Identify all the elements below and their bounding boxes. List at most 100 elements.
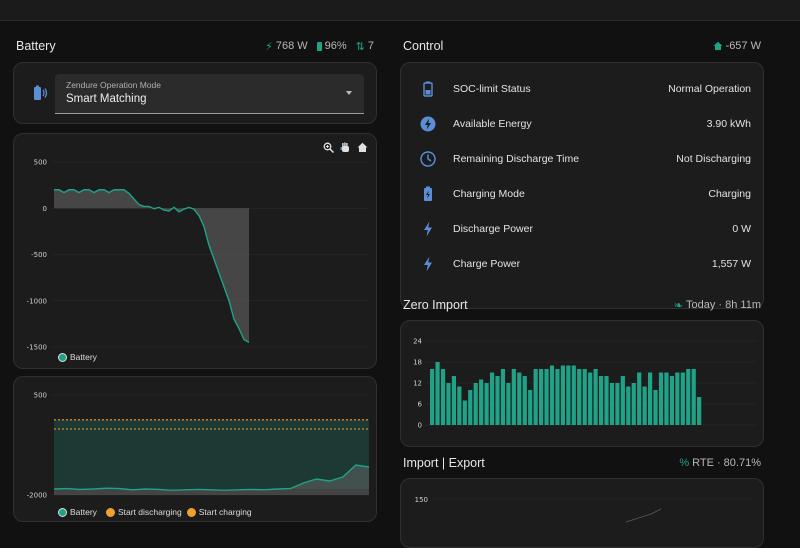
chart2-legend: Battery Start discharging Start charging: [58, 507, 252, 517]
control-title: Control: [403, 39, 444, 53]
zero-import-bar: [604, 376, 609, 425]
control-row[interactable]: Discharge Power 0 W: [401, 211, 763, 246]
y-tick-label: -500: [31, 251, 47, 259]
y-tick-label: 500: [34, 159, 47, 167]
control-row-label: Charge Power: [453, 257, 521, 270]
zero-import-bar: [577, 369, 582, 425]
operation-mode-select[interactable]: Zendure Operation Mode Smart Matching: [55, 74, 364, 114]
control-card: SOC-limit Status Normal Operation Availabl…: [400, 62, 764, 309]
battery-legend-dot: [58, 507, 67, 517]
zero-import-chart: 24 18 12 6 0: [413, 338, 756, 430]
import-export-title: Import | Export: [403, 456, 485, 470]
flash-icon: [419, 220, 437, 238]
zero-import-card: 24 18 12 6 0: [400, 320, 764, 447]
battery-limits-chart: 500 -2000: [27, 392, 370, 500]
zero-import-bar: [582, 369, 587, 425]
zero-import-title: Zero Import: [403, 298, 468, 312]
control-row[interactable]: Charging Mode Charging: [401, 176, 763, 211]
battery-level-icon: [419, 80, 437, 98]
zero-import-bar: [462, 400, 467, 425]
chart2-legend-discharge[interactable]: Start discharging: [118, 507, 182, 517]
zero-import-bar: [511, 369, 516, 425]
zero-import-bar: [533, 369, 538, 425]
battery-charging-icon: [419, 185, 437, 203]
control-row-label: Discharge Power: [453, 222, 533, 235]
zero-import-bar: [571, 365, 576, 425]
zero-import-bar: [620, 376, 625, 425]
control-meta: -657 W: [713, 40, 761, 52]
zero-import-bar: [549, 365, 555, 425]
control-row[interactable]: Available Energy 3.90 kWh: [401, 106, 763, 141]
y-tick-label: 500: [34, 392, 47, 400]
control-row-label: SOC-limit Status: [453, 82, 531, 95]
battery-soc: 96%: [324, 40, 347, 52]
chart1-legend-label: Battery: [70, 352, 97, 362]
chart2-legend-charge[interactable]: Start charging: [199, 507, 252, 517]
zero-import-bar: [500, 369, 506, 425]
control-row-label: Remaining Discharge Time: [453, 152, 580, 165]
discharge-legend-dot: [105, 507, 115, 517]
zero-import-bar: [517, 372, 522, 425]
zero-import-bar: [457, 386, 462, 425]
zero-import-bar: [479, 379, 484, 425]
operation-mode-value: Smart Matching: [66, 93, 147, 105]
charge-legend-dot: [186, 507, 196, 517]
zero-import-bar: [435, 362, 440, 425]
y-tick-label: -2000: [27, 492, 47, 500]
transfer-icon: ⇅: [355, 40, 365, 53]
clock-icon: [419, 150, 437, 168]
y-tick-label: 6: [418, 401, 423, 409]
zero-import-bar: [566, 365, 571, 425]
control-row-value: Charging: [708, 187, 751, 200]
zero-import-bar: [430, 369, 435, 425]
zero-import-bar: [637, 372, 642, 425]
battery-meta: ⚡ 768 W 96% ⇅ 7: [265, 40, 374, 53]
battery-area: [54, 189, 249, 343]
battery-section-header: Battery ⚡ 768 W 96% ⇅ 7: [16, 36, 374, 56]
chevron-down-icon[interactable]: [346, 91, 352, 95]
battery-power-chart: 500 0 -500 -1000 -1500: [27, 159, 369, 352]
zero-import-bar: [598, 376, 604, 425]
zero-import-bar: [658, 372, 664, 425]
zero-import-bar: [544, 369, 549, 425]
zero-import-bar: [506, 383, 511, 425]
battery-limits-card: 500 -2000 Battery Start discharging Start…: [13, 376, 377, 522]
import-export-card: 150: [400, 478, 764, 548]
y-tick-label: 150: [415, 496, 428, 504]
import-export-chart: 150: [415, 496, 751, 523]
battery-title: Battery: [16, 39, 56, 53]
control-meta-value: -657 W: [725, 40, 761, 52]
import-export-line: [625, 508, 662, 523]
chart1-legend[interactable]: Battery: [58, 352, 97, 362]
zero-import-bar: [664, 372, 669, 425]
zero-import-bar: [680, 372, 685, 425]
zero-import-bar: [560, 365, 565, 425]
zero-import-bar: [631, 383, 636, 425]
zero-import-bar: [626, 386, 631, 425]
y-tick-label: -1500: [27, 344, 47, 352]
y-tick-label: 18: [413, 359, 422, 367]
zero-import-bar: [669, 376, 674, 425]
zero-import-bar: [484, 383, 489, 425]
zero-import-bar: [697, 397, 702, 425]
zero-import-bar: [615, 383, 620, 425]
y-tick-label: -1000: [27, 297, 47, 305]
home-battery-icon: [34, 85, 48, 100]
percent-icon: %: [679, 457, 690, 469]
control-section-header: Control -657 W: [403, 36, 761, 56]
y-tick-label: 12: [413, 380, 422, 388]
control-row[interactable]: SOC-limit Status Normal Operation: [401, 71, 763, 106]
charge-band: [54, 419, 369, 489]
y-tick-label: 24: [413, 338, 422, 346]
control-row[interactable]: Charge Power 1,557 W: [401, 246, 763, 281]
zero-import-bar: [593, 369, 598, 425]
chart2-legend-battery[interactable]: Battery: [70, 507, 97, 517]
control-row-value: Normal Operation: [668, 82, 751, 95]
zero-import-meta: ❧ Today · 8h 11m: [674, 299, 761, 312]
control-row[interactable]: Remaining Discharge Time Not Discharging: [401, 141, 763, 176]
battery-legend-dot: [58, 352, 67, 362]
zero-import-bar: [489, 372, 495, 425]
control-row-value: 0 W: [732, 222, 751, 235]
zero-import-bar: [588, 372, 593, 425]
zero-import-bar: [440, 369, 446, 425]
